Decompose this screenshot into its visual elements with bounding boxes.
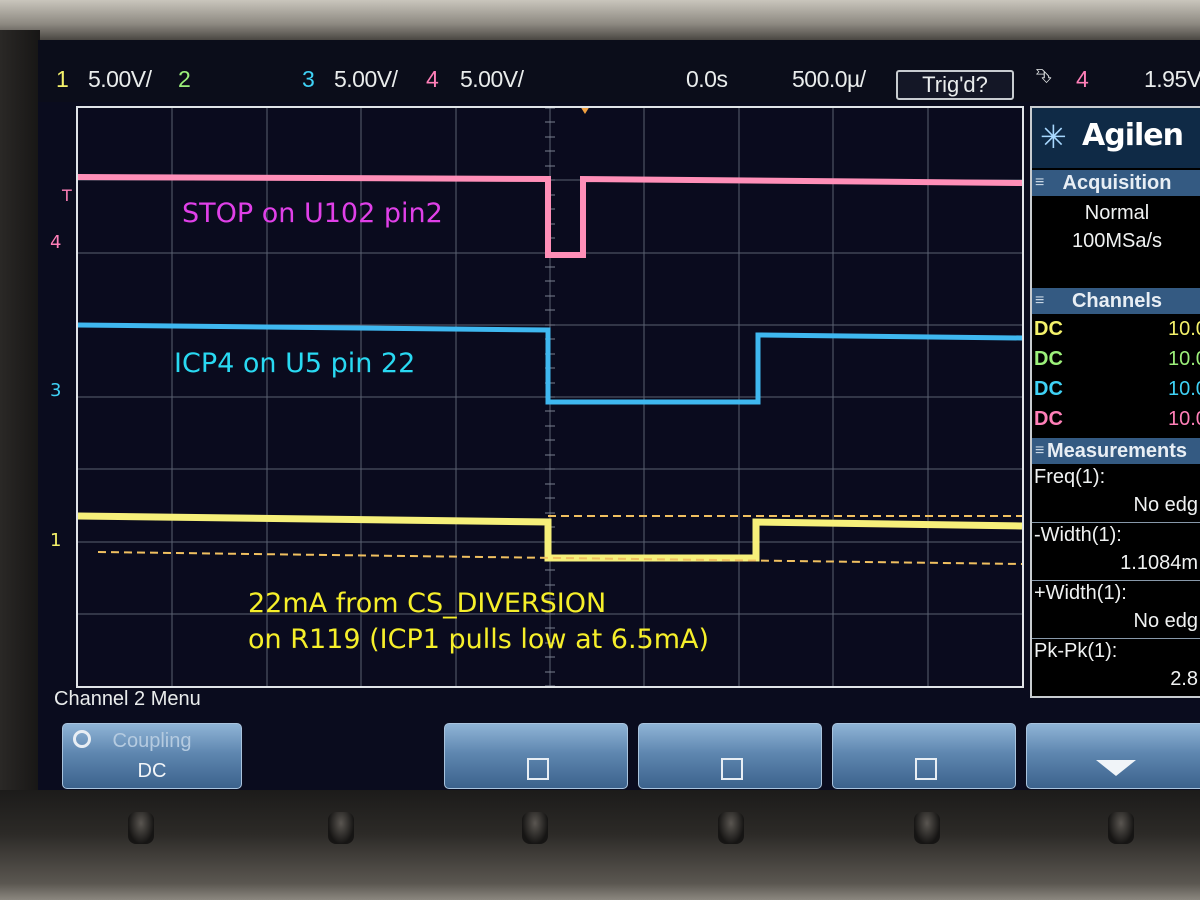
sample-rate: 100MSa/s: [1071, 230, 1163, 252]
measurement-divider: [1032, 638, 1200, 639]
measurement-label[interactable]: +Width(1):: [1034, 582, 1127, 605]
checkbox-icon: [915, 758, 937, 780]
measurement-value: 2.8: [1170, 668, 1198, 690]
softkey-button-6[interactable]: [1108, 812, 1134, 844]
measurement-divider: [1032, 522, 1200, 523]
channel-coupling: DC: [1034, 318, 1063, 340]
coupling-label: Coupling: [112, 730, 192, 752]
brand-name: Agilen: [1082, 118, 1184, 153]
stop-annotation: STOP on U102 pin2: [182, 198, 443, 229]
trigger-level[interactable]: 1.95V: [1144, 66, 1200, 93]
softkey-button-5[interactable]: [914, 812, 940, 844]
channels-header[interactable]: ≡ Channels: [1032, 288, 1200, 314]
bezel-top: [0, 0, 1200, 40]
softkey-button-1[interactable]: [128, 812, 154, 844]
checkbox-icon: [721, 758, 743, 780]
measurement-value: 1.1084m: [1120, 552, 1198, 574]
channel-row[interactable]: DC 10.0: [1032, 316, 1200, 346]
trigger-level-marker: T: [62, 186, 72, 205]
ch1-trace: [78, 512, 1022, 562]
acquisition-header[interactable]: ≡ Acquisition: [1032, 170, 1200, 196]
checkbox-icon: [527, 758, 549, 780]
current-annotation-line2: on R119 (ICP1 pulls low at 6.5mA): [248, 624, 710, 655]
coupling-value: DC: [137, 760, 167, 782]
ch1-cursor-lower: [97, 551, 1022, 565]
ch4-ground-marker[interactable]: 4: [50, 232, 61, 253]
measurement-value: No edg: [1133, 494, 1199, 516]
softkey-3[interactable]: [444, 723, 628, 789]
ch3-number[interactable]: 3: [302, 66, 315, 93]
trigger-position-marker: [581, 108, 589, 114]
bezel-left: [0, 30, 40, 810]
brand-header: ✳ Agilen: [1032, 108, 1200, 168]
ch4-scale[interactable]: 5.00V/: [460, 66, 524, 93]
agilent-logo-icon: ✳: [1040, 118, 1067, 156]
channel-scale: 10.0: [1168, 408, 1200, 430]
acquisition-mode: Normal: [1084, 202, 1150, 224]
channel-scale: 10.0: [1168, 348, 1200, 370]
ch1-ground-marker[interactable]: 1: [50, 530, 61, 551]
softkey-4[interactable]: [638, 723, 822, 789]
trigger-status: Trig'd?: [896, 70, 1014, 100]
time-delay[interactable]: 0.0s: [686, 66, 728, 93]
ch2-number[interactable]: 2: [178, 66, 191, 93]
measurement-label[interactable]: -Width(1):: [1034, 524, 1122, 547]
coupling-softkey[interactable]: Coupling DC: [62, 723, 242, 789]
channel-coupling: DC: [1034, 378, 1063, 400]
channel-scale: 10.0: [1168, 318, 1200, 340]
measurement-label[interactable]: Freq(1):: [1034, 466, 1105, 489]
status-bar: 1 5.00V/ 2 3 5.00V/ 4 5.00V/ 0.0s 500.0µ…: [38, 40, 1200, 102]
current-annotation-line1: 22mA from CS_DIVERSION: [248, 588, 607, 619]
softkey-button-4[interactable]: [718, 812, 744, 844]
softkey-button-3[interactable]: [522, 812, 548, 844]
channel-row[interactable]: DC 10.0: [1032, 406, 1200, 436]
trigger-edge-icon: ⮷: [1036, 66, 1052, 88]
softkey-button-2[interactable]: [328, 812, 354, 844]
channel-coupling: DC: [1034, 348, 1063, 370]
oscilloscope-screen: 1 5.00V/ 2 3 5.00V/ 4 5.00V/ 0.0s 500.0µ…: [38, 40, 1200, 795]
time-scale[interactable]: 500.0µ/: [792, 66, 866, 93]
channel-row[interactable]: DC 10.0: [1032, 376, 1200, 406]
measurements-header[interactable]: ≡ Measurements: [1032, 438, 1200, 464]
ch4-number[interactable]: 4: [426, 66, 439, 93]
ch1-number[interactable]: 1: [56, 66, 69, 93]
more-softkey[interactable]: [1026, 723, 1200, 789]
icp4-annotation: ICP4 on U5 pin 22: [174, 348, 416, 379]
bezel-bottom: [0, 790, 1200, 900]
menu-title: Channel 2 Menu: [54, 688, 201, 710]
trigger-source[interactable]: 4: [1076, 66, 1089, 93]
ch3-scale[interactable]: 5.00V/: [334, 66, 398, 93]
arrow-down-icon: [1096, 760, 1136, 776]
channel-row[interactable]: DC 10.0: [1032, 346, 1200, 376]
softkey-5[interactable]: [832, 723, 1016, 789]
ch3-ground-marker[interactable]: 3: [50, 380, 61, 401]
side-panel: ✳ Agilen ≡ Acquisition Normal 100MSa/s ≡…: [1030, 106, 1200, 698]
channel-scale: 10.0: [1168, 378, 1200, 400]
measurement-divider: [1032, 580, 1200, 581]
measurement-label[interactable]: Pk-Pk(1):: [1034, 640, 1117, 663]
measurement-value: No edg: [1133, 610, 1199, 632]
ch1-scale[interactable]: 5.00V/: [88, 66, 152, 93]
channel-coupling: DC: [1034, 408, 1063, 430]
